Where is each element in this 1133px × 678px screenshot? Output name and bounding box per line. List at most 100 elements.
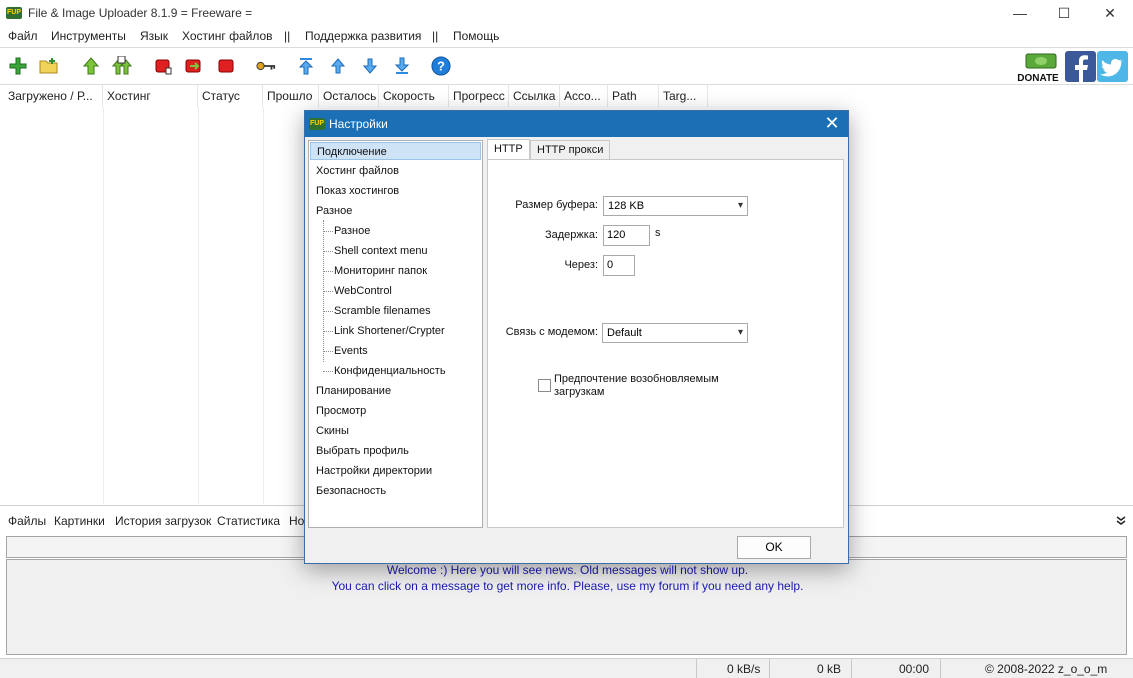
donate-label: DONATE — [1017, 73, 1059, 84]
tab-statistics[interactable]: Статистика — [217, 514, 280, 528]
status-separator — [696, 659, 697, 678]
upload-up-icon[interactable] — [81, 56, 101, 76]
move-top-icon[interactable] — [296, 56, 316, 76]
column-header-link[interactable]: Ссылка — [509, 85, 560, 107]
ok-button[interactable]: OK — [737, 536, 811, 559]
facebook-icon[interactable] — [1065, 51, 1096, 82]
folder-add-icon[interactable] — [39, 56, 59, 76]
stop-next-icon[interactable] — [184, 56, 204, 76]
tree-item-view[interactable]: Просмотр — [316, 402, 366, 420]
key-icon[interactable] — [256, 56, 276, 76]
tab-images[interactable]: Картинки — [54, 514, 105, 528]
tree-item-folder-monitoring[interactable]: Мониторинг папок — [334, 262, 427, 280]
tree-item-scramble-filenames[interactable]: Scramble filenames — [334, 302, 431, 320]
help-icon[interactable]: ? — [431, 56, 451, 76]
title-bar: FUP File & Image Uploader 8.1.9 = Freewa… — [0, 0, 1133, 28]
column-header-progress[interactable]: Прогресс — [449, 85, 509, 107]
connection-tabs: HTTP HTTP прокси — [487, 139, 844, 161]
settings-dialog: FUP Настройки ✕ Подключение Хостинг файл… — [304, 110, 849, 564]
move-bottom-icon[interactable] — [392, 56, 412, 76]
resume-label: Предпочтение возобновляемым — [554, 373, 719, 385]
tree-guide-line — [323, 231, 333, 232]
modem-select[interactable]: Default ▾ — [602, 323, 748, 343]
twitter-icon[interactable] — [1097, 51, 1128, 82]
column-header-speed[interactable]: Скорость — [379, 85, 449, 107]
status-size: 0 kB — [817, 662, 842, 676]
column-header-uploaded[interactable]: Загружено / Р... — [4, 85, 103, 107]
menu-language[interactable]: Язык — [140, 29, 168, 43]
status-time: 00:00 — [899, 662, 930, 676]
move-down-icon[interactable] — [360, 56, 380, 76]
dialog-close-button[interactable]: ✕ — [816, 111, 848, 137]
menu-separator: || — [432, 29, 439, 43]
column-header-status[interactable]: Статус — [198, 85, 263, 107]
menu-separator: || — [284, 29, 291, 43]
tree-item-misc-general[interactable]: Разное — [334, 222, 370, 240]
tree-item-security[interactable]: Безопасность — [316, 482, 386, 500]
news-message[interactable]: You can click on a message to get more i… — [7, 579, 1128, 593]
tree-item-misc[interactable]: Разное — [316, 202, 352, 220]
tree-item-link-shortener[interactable]: Link Shortener/Crypter — [334, 322, 445, 340]
tree-guide-line — [323, 311, 333, 312]
upload-list-header: Загружено / Р... Хостинг Статус Прошло О… — [0, 85, 1133, 107]
news-panel[interactable]: Welcome :) Here you will see news. Old m… — [6, 559, 1127, 655]
stop-all-icon[interactable] — [216, 56, 236, 76]
tree-guide-line — [323, 371, 333, 372]
dialog-title-bar[interactable]: FUP Настройки ✕ — [305, 111, 848, 137]
column-divider — [198, 107, 199, 504]
menu-support[interactable]: Поддержка развития — [305, 29, 421, 43]
tree-guide-line — [323, 271, 333, 272]
menu-file-hosting[interactable]: Хостинг файлов — [182, 29, 273, 43]
modem-label: Связь с модемом: — [505, 326, 598, 338]
tab-upload-history[interactable]: История загрузок — [115, 514, 211, 528]
close-window-button[interactable]: ✕ — [1087, 0, 1133, 28]
menu-help[interactable]: Помощь — [453, 29, 499, 43]
menu-tools[interactable]: Инструменты — [51, 29, 126, 43]
tree-item-show-hostings[interactable]: Показ хостингов — [316, 182, 399, 200]
tree-item-connection[interactable]: Подключение — [310, 142, 481, 160]
app-logo-icon: FUP — [309, 118, 325, 130]
status-separator — [851, 659, 852, 678]
tree-guide-line — [323, 291, 333, 292]
tab-http-proxy[interactable]: HTTP прокси — [530, 140, 611, 160]
column-header-target[interactable]: Targ... — [659, 85, 708, 107]
menu-file[interactable]: Файл — [8, 29, 38, 43]
column-header-hosting[interactable]: Хостинг — [103, 85, 198, 107]
add-icon[interactable] — [8, 56, 28, 76]
stop-icon[interactable] — [153, 56, 173, 76]
resume-checkbox[interactable] — [538, 379, 551, 392]
tree-item-webcontrol[interactable]: WebControl — [334, 282, 392, 300]
status-separator — [940, 659, 941, 678]
after-input[interactable]: 0 — [603, 255, 635, 276]
modem-value: Default — [607, 327, 642, 339]
maximize-button[interactable]: ☐ — [1041, 0, 1087, 28]
settings-tree: Подключение Хостинг файлов Показ хостинг… — [308, 140, 483, 528]
tree-item-scheduling[interactable]: Планирование — [316, 382, 391, 400]
tab-files[interactable]: Файлы — [8, 514, 46, 528]
minimize-button[interactable]: — — [997, 0, 1043, 28]
news-message[interactable]: Welcome :) Here you will see news. Old m… — [7, 563, 1128, 577]
buffer-size-select[interactable]: 128 KB ▾ — [603, 196, 748, 216]
donate-button[interactable]: DONATE — [1014, 50, 1062, 84]
tree-item-skins[interactable]: Скины — [316, 422, 349, 440]
column-header-account[interactable]: Acco... — [560, 85, 608, 107]
tree-item-privacy[interactable]: Конфиденциальность — [334, 362, 446, 380]
status-separator — [769, 659, 770, 678]
tree-item-shell-context-menu[interactable]: Shell context menu — [334, 242, 428, 260]
tree-item-select-profile[interactable]: Выбрать профиль — [316, 442, 409, 460]
tree-item-directory-settings[interactable]: Настройки директории — [316, 462, 432, 480]
delay-input[interactable]: 120 — [603, 225, 650, 246]
column-header-elapsed[interactable]: Прошло — [263, 85, 319, 107]
tree-item-file-hosting[interactable]: Хостинг файлов — [316, 162, 399, 180]
upload-all-icon[interactable] — [112, 56, 132, 76]
column-header-remaining[interactable]: Осталось — [319, 85, 379, 107]
tab-news[interactable]: Но — [289, 514, 304, 528]
tree-item-events[interactable]: Events — [334, 342, 368, 360]
column-header-path[interactable]: Path — [608, 85, 659, 107]
collapse-chevron-icon[interactable] — [1116, 516, 1126, 526]
dialog-title: Настройки — [329, 117, 388, 131]
move-up-icon[interactable] — [328, 56, 348, 76]
chevron-down-icon: ▾ — [737, 327, 743, 338]
tab-http[interactable]: HTTP — [487, 139, 530, 161]
http-settings-panel: Размер буфера: 128 KB ▾ Задержка: 120 s … — [487, 159, 844, 528]
